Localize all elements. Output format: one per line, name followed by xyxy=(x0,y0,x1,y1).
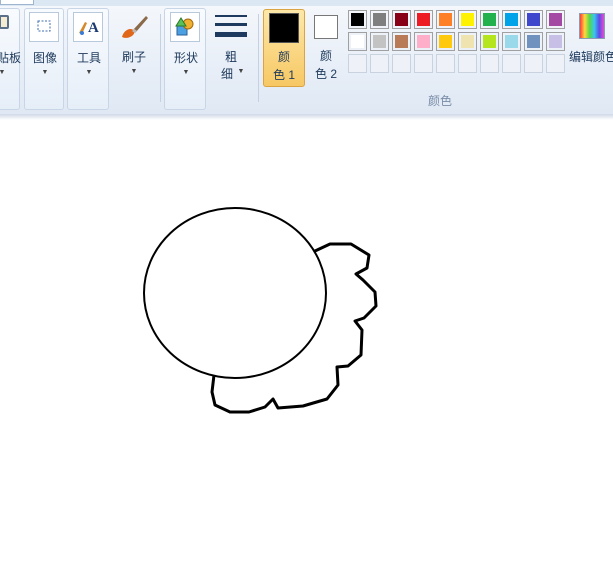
palette-swatch[interactable] xyxy=(370,54,389,73)
image-button[interactable]: 图像 ▼ xyxy=(25,9,65,109)
tools-group: A 工具 ▼ xyxy=(67,8,109,110)
line-width-icon xyxy=(215,13,247,41)
svg-text:A: A xyxy=(88,20,99,36)
color-1-button[interactable]: 颜 色 1 xyxy=(263,9,305,87)
select-icon xyxy=(29,12,59,42)
color-2-button[interactable]: 颜 色 2 xyxy=(306,9,346,87)
shapes-group: 形状 ▼ xyxy=(164,8,206,110)
palette-swatch[interactable] xyxy=(502,54,521,73)
palette-swatch[interactable] xyxy=(546,10,565,29)
shapes-icon xyxy=(170,12,200,42)
color-1-swatch xyxy=(269,13,299,43)
ribbon: 粘贴板 ▼ 图像 ▼ A 工具 ▼ xyxy=(0,0,613,115)
size-dropdown-caret: ▼ xyxy=(237,68,245,75)
tools-label: 工具 xyxy=(76,51,101,65)
edit-colors-label: 编辑颜色 xyxy=(569,50,613,64)
palette-swatch[interactable] xyxy=(480,54,499,73)
color-2-swatch xyxy=(314,15,338,39)
shapes-dropdown-caret: ▼ xyxy=(182,69,190,76)
image-label: 图像 xyxy=(32,51,57,65)
clipboard-label: 粘贴板 xyxy=(0,51,21,65)
palette-swatch[interactable] xyxy=(524,10,543,29)
palette-swatch[interactable] xyxy=(392,32,411,51)
palette-swatch[interactable] xyxy=(392,54,411,73)
palette-swatch[interactable] xyxy=(524,54,543,73)
separator xyxy=(160,14,161,102)
palette-swatch[interactable] xyxy=(502,10,521,29)
separator xyxy=(258,14,259,102)
shapes-button[interactable]: 形状 ▼ xyxy=(165,9,207,109)
clipboard-dropdown-caret: ▼ xyxy=(0,69,6,76)
tab-strip xyxy=(0,0,613,6)
palette-swatch[interactable] xyxy=(348,32,367,51)
rainbow-icon xyxy=(579,13,605,39)
paste-button[interactable]: 粘贴板 ▼ xyxy=(0,9,21,109)
drawing-canvas[interactable] xyxy=(0,120,613,566)
brushes-button[interactable]: 刷子 ▼ xyxy=(112,8,156,108)
image-dropdown-caret: ▼ xyxy=(41,69,49,76)
palette-swatch[interactable] xyxy=(458,32,477,51)
palette-swatch[interactable] xyxy=(436,32,455,51)
edit-colors-button[interactable]: 编辑颜色 xyxy=(569,8,613,88)
clipboard-group: 粘贴板 ▼ xyxy=(0,8,21,110)
palette-swatch[interactable] xyxy=(370,10,389,29)
colors-group-label: 颜色 xyxy=(427,94,452,108)
brushes-label: 刷子 xyxy=(121,50,146,64)
palette-swatch[interactable] xyxy=(480,10,499,29)
brush-icon xyxy=(118,11,150,43)
palette-swatch[interactable] xyxy=(458,54,477,73)
palette-swatch[interactable] xyxy=(392,10,411,29)
shapes-label: 形状 xyxy=(173,51,198,65)
home-tab[interactable] xyxy=(0,0,34,5)
clipboard-icon xyxy=(0,15,9,29)
brushes-dropdown-caret: ▼ xyxy=(130,68,138,75)
palette-swatch[interactable] xyxy=(546,54,565,73)
text-tool-icon: A xyxy=(73,12,103,42)
tools-dropdown-caret: ▼ xyxy=(85,69,93,76)
size-button[interactable]: 粗 细 ▼ xyxy=(210,8,252,108)
palette-swatch[interactable] xyxy=(348,54,367,73)
palette-swatch[interactable] xyxy=(480,32,499,51)
color-2-label-1: 颜 xyxy=(319,49,332,63)
palette-swatch[interactable] xyxy=(370,32,389,51)
palette-swatch[interactable] xyxy=(414,10,433,29)
color-2-label-2: 色 2 xyxy=(314,67,337,81)
palette-swatch[interactable] xyxy=(524,32,543,51)
size-label-1: 粗 xyxy=(224,50,237,64)
palette-swatch[interactable] xyxy=(414,32,433,51)
palette-swatch[interactable] xyxy=(502,32,521,51)
palette-swatch[interactable] xyxy=(436,54,455,73)
palette-swatch[interactable] xyxy=(348,10,367,29)
color-1-label-1: 颜 xyxy=(277,50,290,64)
circle-shape xyxy=(143,207,327,379)
palette-swatch[interactable] xyxy=(546,32,565,51)
image-group: 图像 ▼ xyxy=(24,8,64,110)
palette-swatch[interactable] xyxy=(414,54,433,73)
palette-swatch[interactable] xyxy=(436,10,455,29)
palette-swatch[interactable] xyxy=(458,10,477,29)
tools-button[interactable]: A 工具 ▼ xyxy=(68,9,110,109)
color-1-label-2: 色 1 xyxy=(272,68,295,82)
